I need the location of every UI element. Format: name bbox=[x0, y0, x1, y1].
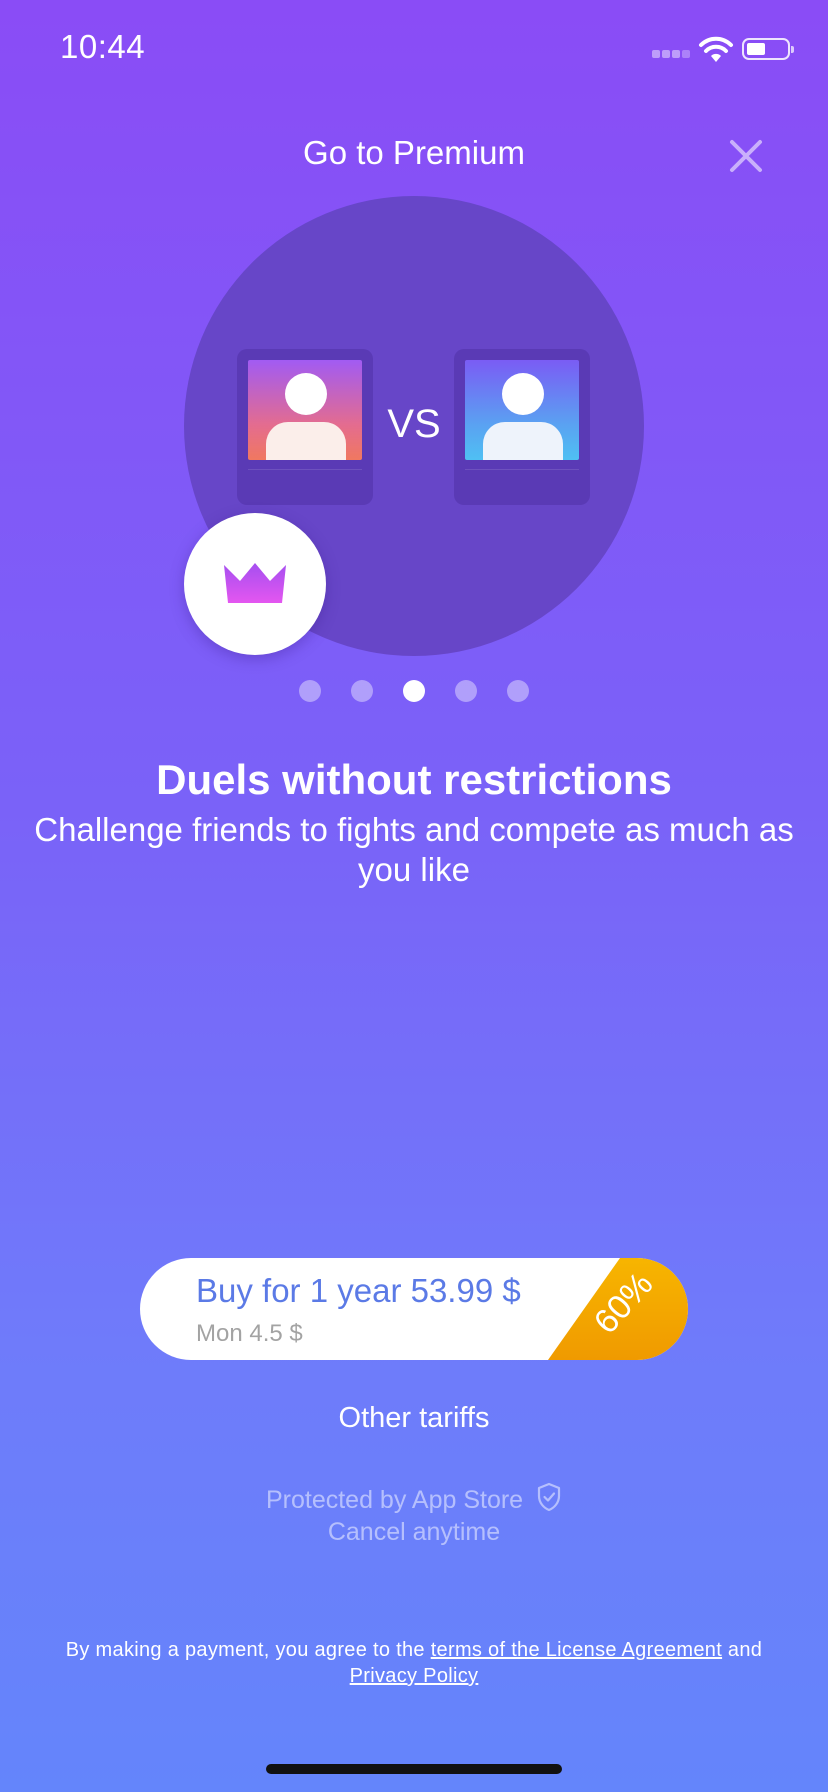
battery-icon bbox=[742, 38, 794, 60]
player-card-left bbox=[237, 349, 373, 505]
cancel-anytime-label: Cancel anytime bbox=[327, 1518, 501, 1546]
cellular-signal-icon bbox=[652, 50, 690, 60]
crown-icon bbox=[224, 563, 286, 603]
player-card-right bbox=[454, 349, 590, 505]
close-icon[interactable] bbox=[726, 136, 766, 176]
shield-check-icon bbox=[537, 1482, 561, 1512]
privacy-policy-link[interactable]: Privacy Policy bbox=[350, 1665, 479, 1687]
pager-dot-active[interactable] bbox=[403, 680, 425, 702]
legal-notice: By making a payment, you agree to the te… bbox=[24, 1637, 804, 1689]
feature-title: Duels without restrictions bbox=[156, 756, 672, 803]
monthly-price-label: Mon 4.5 $ bbox=[196, 1320, 303, 1347]
legal-conjunction: and bbox=[722, 1639, 763, 1661]
legal-prefix: By making a payment, you agree to the bbox=[65, 1639, 431, 1661]
protected-notice: Protected by App Store bbox=[0, 1482, 828, 1515]
buy-price-label: Buy for 1 year 53.99 $ bbox=[196, 1272, 521, 1309]
vs-label: VS bbox=[387, 402, 441, 446]
premium-badge bbox=[184, 513, 326, 655]
pager-dots bbox=[0, 680, 828, 702]
wifi-icon bbox=[699, 36, 733, 62]
pager-dot[interactable] bbox=[507, 680, 529, 702]
pager-dot[interactable] bbox=[351, 680, 373, 702]
pager-dot[interactable] bbox=[299, 680, 321, 702]
protected-label: Protected by App Store bbox=[265, 1486, 524, 1514]
home-indicator[interactable] bbox=[266, 1764, 562, 1774]
pager-dot[interactable] bbox=[455, 680, 477, 702]
status-time: 10:44 bbox=[60, 28, 146, 65]
other-tariffs-link[interactable]: Other tariffs bbox=[0, 1402, 828, 1435]
feature-description: Challenge friends to fights and compete … bbox=[34, 811, 794, 888]
avatar bbox=[248, 360, 362, 460]
avatar bbox=[465, 360, 579, 460]
license-agreement-link[interactable]: terms of the License Agreement bbox=[431, 1639, 722, 1661]
buy-yearly-button[interactable]: Buy for 1 year 53.99 $ Mon 4.5 $ 60% bbox=[140, 1258, 688, 1360]
page-title: Go to Premium bbox=[303, 134, 525, 171]
